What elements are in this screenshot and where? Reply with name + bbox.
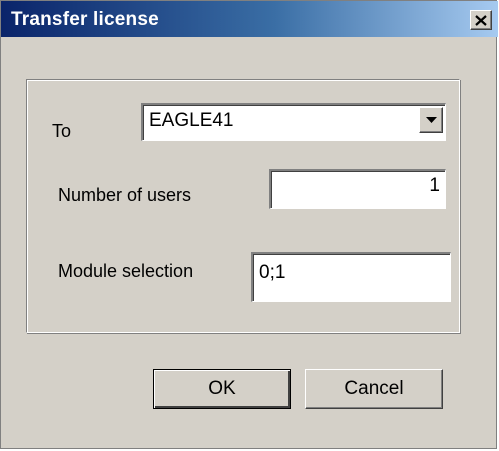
ok-button[interactable]: OK bbox=[153, 369, 291, 409]
close-icon bbox=[475, 14, 487, 26]
to-label: To bbox=[52, 121, 72, 141]
close-button[interactable] bbox=[470, 10, 492, 30]
transfer-license-dialog: Transfer license To EAGLE41 Number of us… bbox=[0, 0, 498, 449]
module-selection-input[interactable]: 0;1 bbox=[251, 252, 451, 302]
users-label: Number of users bbox=[58, 185, 192, 205]
modules-value: 0;1 bbox=[259, 262, 286, 283]
users-value: 1 bbox=[429, 175, 440, 196]
to-combobox-value: EAGLE41 bbox=[149, 110, 234, 131]
chevron-down-icon bbox=[425, 116, 437, 123]
window-title: Transfer license bbox=[11, 9, 159, 30]
number-of-users-input[interactable]: 1 bbox=[269, 169, 446, 209]
to-dropdown-button[interactable] bbox=[419, 107, 443, 133]
title-bar: Transfer license bbox=[1, 1, 498, 37]
modules-label: Module selection bbox=[58, 261, 194, 281]
to-combobox[interactable]: EAGLE41 bbox=[141, 103, 446, 141]
cancel-button[interactable]: Cancel bbox=[305, 369, 443, 409]
